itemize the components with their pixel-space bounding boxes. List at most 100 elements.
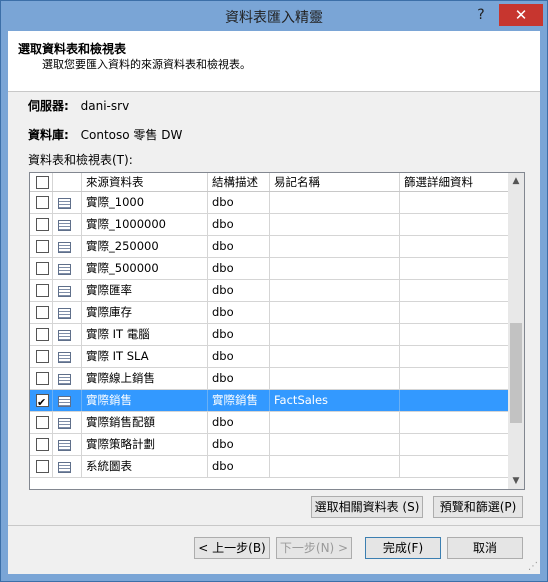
friendly-name-cell[interactable] — [270, 412, 400, 433]
preview-filter-button[interactable]: 預覽和篩選(P) — [433, 496, 523, 518]
source-table-cell[interactable]: 實際策略計劃 — [82, 434, 208, 455]
column-header-filter[interactable]: 篩選詳細資料 — [400, 173, 508, 191]
row-checkbox[interactable] — [36, 306, 49, 319]
schema-cell[interactable]: 實際銷售 — [208, 390, 270, 411]
filter-details-cell[interactable] — [400, 192, 508, 213]
row-checkbox[interactable] — [36, 392, 49, 411]
schema-cell[interactable]: dbo — [208, 434, 270, 455]
row-checkbox[interactable] — [36, 262, 49, 275]
filter-details-cell[interactable] — [400, 390, 508, 411]
schema-cell[interactable]: dbo — [208, 412, 270, 433]
source-table-cell[interactable]: 實際匯率 — [82, 280, 208, 301]
table-row[interactable]: 實際 IT SLA dbo — [30, 346, 508, 368]
friendly-name-cell[interactable]: FactSales — [270, 390, 400, 411]
column-header-source[interactable]: 來源資料表 — [82, 173, 208, 191]
source-table-cell[interactable]: 實際線上銷售 — [82, 368, 208, 389]
row-checkbox-cell[interactable] — [30, 412, 53, 433]
row-checkbox-cell[interactable] — [30, 236, 53, 257]
table-row[interactable]: 實際線上銷售 dbo — [30, 368, 508, 390]
table-row[interactable]: 實際_250000 dbo — [30, 236, 508, 258]
friendly-name-cell[interactable] — [270, 258, 400, 279]
table-row[interactable]: 實際_1000000 dbo — [30, 214, 508, 236]
table-row[interactable]: 實際策略計劃 dbo — [30, 434, 508, 456]
row-checkbox-cell[interactable] — [30, 346, 53, 367]
filter-details-cell[interactable] — [400, 280, 508, 301]
scroll-thumb[interactable] — [510, 323, 522, 423]
friendly-name-cell[interactable] — [270, 214, 400, 235]
row-checkbox-cell[interactable] — [30, 258, 53, 279]
row-checkbox-cell[interactable] — [30, 434, 53, 455]
friendly-name-cell[interactable] — [270, 346, 400, 367]
row-checkbox-cell[interactable] — [30, 324, 53, 345]
schema-cell[interactable]: dbo — [208, 302, 270, 323]
filter-details-cell[interactable] — [400, 368, 508, 389]
row-checkbox[interactable] — [36, 284, 49, 297]
row-checkbox[interactable] — [36, 438, 49, 451]
select-related-tables-button[interactable]: 選取相關資料表 (S) — [311, 496, 423, 518]
scroll-down-arrow-icon[interactable]: ▼ — [508, 473, 524, 489]
row-checkbox-cell[interactable] — [30, 456, 53, 477]
table-row[interactable]: 實際 IT 電腦 dbo — [30, 324, 508, 346]
title-bar[interactable]: 資料表匯入精靈 ? ✕ — [1, 1, 547, 31]
row-checkbox[interactable] — [36, 416, 49, 429]
grid-scrollbar[interactable]: ▲ ▼ — [508, 173, 524, 489]
friendly-name-cell[interactable] — [270, 192, 400, 213]
table-row[interactable]: 實際_1000 dbo — [30, 192, 508, 214]
table-row[interactable]: 系統圖表 dbo — [30, 456, 508, 478]
table-row[interactable]: 實際銷售配額 dbo — [30, 412, 508, 434]
row-checkbox-cell[interactable] — [30, 280, 53, 301]
finish-button[interactable]: 完成(F) — [365, 537, 441, 559]
row-checkbox-cell[interactable] — [30, 368, 53, 389]
schema-cell[interactable]: dbo — [208, 280, 270, 301]
table-row[interactable]: 實際庫存 dbo — [30, 302, 508, 324]
row-checkbox-cell[interactable] — [30, 214, 53, 235]
filter-details-cell[interactable] — [400, 434, 508, 455]
back-button[interactable]: < 上一步(B) — [194, 537, 270, 559]
table-row[interactable]: 實際匯率 dbo — [30, 280, 508, 302]
table-row[interactable]: 實際_500000 dbo — [30, 258, 508, 280]
source-table-cell[interactable]: 實際 IT SLA — [82, 346, 208, 367]
schema-cell[interactable]: dbo — [208, 192, 270, 213]
source-table-cell[interactable]: 系統圖表 — [82, 456, 208, 477]
filter-details-cell[interactable] — [400, 456, 508, 477]
schema-cell[interactable]: dbo — [208, 236, 270, 257]
friendly-name-cell[interactable] — [270, 456, 400, 477]
schema-cell[interactable]: dbo — [208, 368, 270, 389]
friendly-name-cell[interactable] — [270, 324, 400, 345]
row-checkbox-cell[interactable] — [30, 390, 53, 411]
friendly-name-cell[interactable] — [270, 280, 400, 301]
resize-grip-icon[interactable]: ⋰ — [528, 561, 538, 572]
table-row[interactable]: 實際銷售實際銷售FactSales — [30, 390, 508, 412]
source-table-cell[interactable]: 實際_250000 — [82, 236, 208, 257]
select-all-checkbox[interactable] — [36, 176, 49, 189]
filter-details-cell[interactable] — [400, 236, 508, 257]
filter-details-cell[interactable] — [400, 258, 508, 279]
row-checkbox[interactable] — [36, 240, 49, 253]
row-checkbox[interactable] — [36, 372, 49, 385]
filter-details-cell[interactable] — [400, 412, 508, 433]
next-button[interactable]: 下一步(N) > — [276, 537, 352, 559]
filter-details-cell[interactable] — [400, 346, 508, 367]
schema-cell[interactable]: dbo — [208, 258, 270, 279]
filter-details-cell[interactable] — [400, 214, 508, 235]
friendly-name-cell[interactable] — [270, 302, 400, 323]
row-checkbox[interactable] — [36, 460, 49, 473]
source-table-cell[interactable]: 實際銷售配額 — [82, 412, 208, 433]
source-table-cell[interactable]: 實際銷售 — [82, 390, 208, 411]
scroll-up-arrow-icon[interactable]: ▲ — [508, 173, 524, 189]
column-header-schema[interactable]: 結構描述 — [208, 173, 270, 191]
source-table-cell[interactable]: 實際_1000 — [82, 192, 208, 213]
row-checkbox[interactable] — [36, 196, 49, 209]
row-checkbox[interactable] — [36, 350, 49, 363]
source-table-cell[interactable]: 實際_500000 — [82, 258, 208, 279]
schema-cell[interactable]: dbo — [208, 456, 270, 477]
filter-details-cell[interactable] — [400, 324, 508, 345]
filter-details-cell[interactable] — [400, 302, 508, 323]
schema-cell[interactable]: dbo — [208, 346, 270, 367]
close-button[interactable]: ✕ — [499, 4, 543, 26]
row-checkbox[interactable] — [36, 218, 49, 231]
row-checkbox-cell[interactable] — [30, 302, 53, 323]
friendly-name-cell[interactable] — [270, 368, 400, 389]
help-button[interactable]: ? — [467, 4, 495, 26]
source-table-cell[interactable]: 實際_1000000 — [82, 214, 208, 235]
